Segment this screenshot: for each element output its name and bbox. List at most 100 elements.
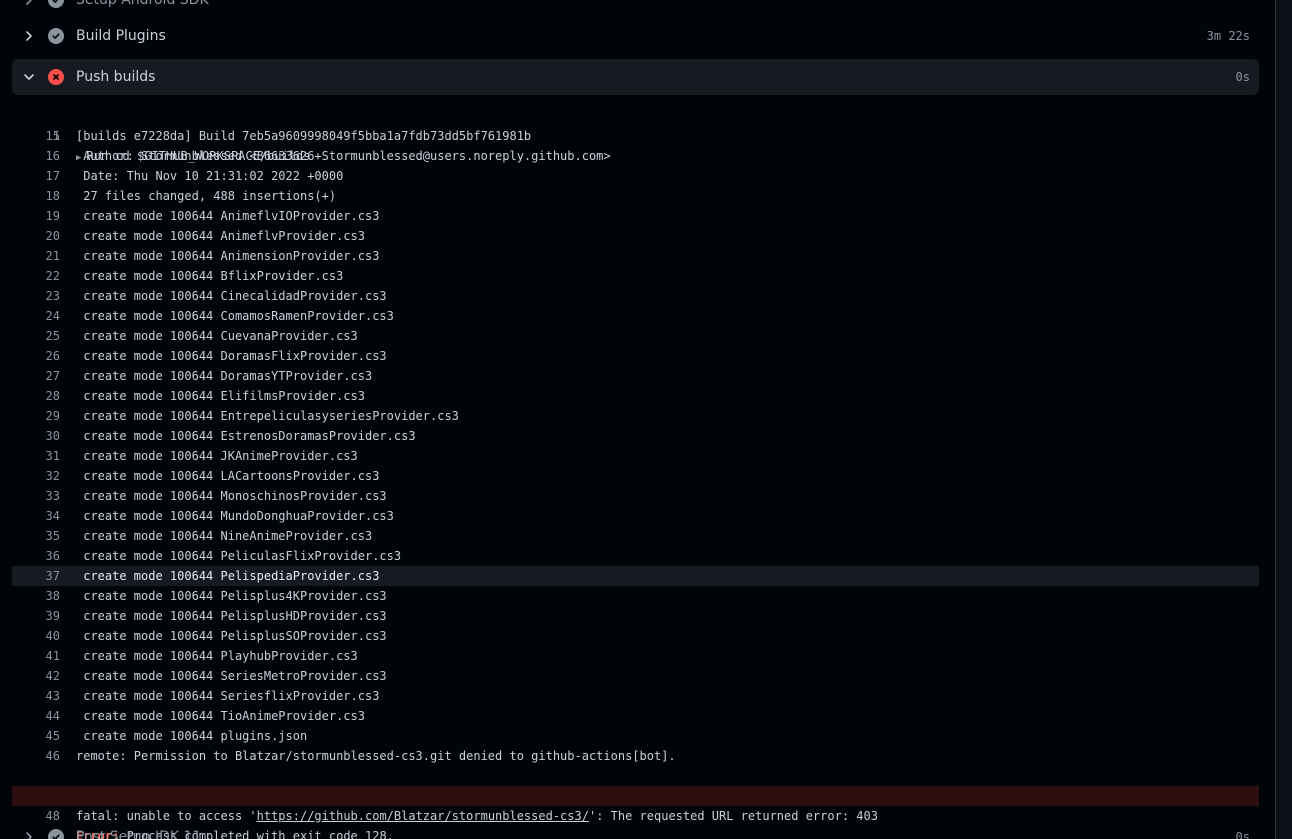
step-build-plugins[interactable]: Build Plugins 3m 22s <box>12 18 1259 54</box>
line-number[interactable]: 26 <box>12 346 60 366</box>
line-number[interactable]: 17 <box>12 166 60 186</box>
line-number[interactable]: 15 <box>12 126 60 146</box>
log-line: 28 create mode 100644 ElifilmsProvider.c… <box>12 386 1259 406</box>
log-line: 37 create mode 100644 PelispediaProvider… <box>12 566 1259 586</box>
line-number[interactable]: 34 <box>12 506 60 526</box>
log-text: Date: Thu Nov 10 21:31:02 2022 +0000 <box>76 169 344 183</box>
chevron-right-icon <box>23 0 35 6</box>
line-number[interactable]: 38 <box>12 586 60 606</box>
log-text: create mode 100644 PelispediaProvider.cs… <box>76 569 380 583</box>
log-text: create mode 100644 plugins.json <box>76 729 308 743</box>
log-text: create mode 100644 SeriesMetroProvider.c… <box>76 669 387 683</box>
chevron-right-icon <box>23 30 35 42</box>
step-name: Setup Android SDK <box>76 0 209 8</box>
log-line: 25 create mode 100644 CuevanaProvider.cs… <box>12 326 1259 346</box>
log-line: 32 create mode 100644 LACartoonsProvider… <box>12 466 1259 486</box>
log-line: 15 [builds e7228da] Build 7eb5a9609998049… <box>12 126 1259 146</box>
log-text: create mode 100644 LACartoonsProvider.cs… <box>76 469 380 483</box>
line-number[interactable]: 33 <box>12 486 60 506</box>
log-line: 22 create mode 100644 BflixProvider.cs3 <box>12 266 1259 286</box>
line-number[interactable]: 32 <box>12 466 60 486</box>
line-number[interactable]: 20 <box>12 226 60 246</box>
x-circle-icon <box>48 69 64 85</box>
line-number[interactable]: 39 <box>12 606 60 626</box>
line-number[interactable]: 19 <box>12 206 60 226</box>
log-text: create mode 100644 AnimeflvProvider.cs3 <box>76 229 365 243</box>
log-line: 41 create mode 100644 PlayhubProvider.cs… <box>12 646 1259 666</box>
step-duration: 0s <box>1235 70 1250 84</box>
step-name: Post Setup JDK 11 <box>76 829 202 839</box>
step-post-setup-jdk-11[interactable]: Post Setup JDK 11 0s <box>12 819 1259 839</box>
log-text: create mode 100644 NineAnimeProvider.cs3 <box>76 529 373 543</box>
log-line: 18 27 files changed, 488 insertions(+) <box>12 186 1259 206</box>
line-number[interactable]: 37 <box>12 566 60 586</box>
log-text: create mode 100644 PeliculasFlixProvider… <box>76 549 402 563</box>
log-text: [builds e7228da] Build 7eb5a9609998049f5… <box>76 129 532 143</box>
log-line: 31 create mode 100644 JKAnimeProvider.cs… <box>12 446 1259 466</box>
log-line: 17 Date: Thu Nov 10 21:31:02 2022 +0000 <box>12 166 1259 186</box>
line-number[interactable]: 36 <box>12 546 60 566</box>
step-duration: 3m 22s <box>1206 29 1250 43</box>
log-line: 45 create mode 100644 plugins.json <box>12 726 1259 746</box>
log-text: create mode 100644 ElifilmsProvider.cs3 <box>76 389 365 403</box>
log-line: 33 create mode 100644 MonoschinosProvide… <box>12 486 1259 506</box>
line-number[interactable]: 42 <box>12 666 60 686</box>
check-circle-icon <box>48 829 64 839</box>
line-number[interactable]: 30 <box>12 426 60 446</box>
line-number[interactable]: 24 <box>12 306 60 326</box>
log-output: 1 ▶ Run cd $GITHUB_WORKSPACE/builds 15 [bu… <box>12 106 1259 839</box>
log-line: 42 create mode 100644 SeriesMetroProvide… <box>12 666 1259 686</box>
line-number[interactable]: 40 <box>12 626 60 646</box>
log-text: remote: Permission to Blatzar/stormunble… <box>76 749 676 763</box>
log-text: create mode 100644 CinecalidadProvider.c… <box>76 289 387 303</box>
chevron-right-icon <box>23 831 35 839</box>
line-number[interactable]: 25 <box>12 326 60 346</box>
line-number[interactable]: 44 <box>12 706 60 726</box>
line-number[interactable]: 45 <box>12 726 60 746</box>
workflow-log-panel: Setup Android SDK Build Plugins 3m 22s P… <box>0 0 1275 839</box>
line-number[interactable]: 29 <box>12 406 60 426</box>
log-text: create mode 100644 MonoschinosProvider.c… <box>76 489 387 503</box>
log-text: create mode 100644 DoramasYTProvider.cs3 <box>76 369 373 383</box>
line-number[interactable]: 28 <box>12 386 60 406</box>
log-line: 39 create mode 100644 PelisplusHDProvide… <box>12 606 1259 626</box>
line-number[interactable]: 41 <box>12 646 60 666</box>
line-number[interactable]: 16 <box>12 146 60 166</box>
log-line-error: 48 Error: Process completed with exit co… <box>12 786 1259 839</box>
log-line: 27 create mode 100644 DoramasYTProvider.… <box>12 366 1259 386</box>
log-line: 23 create mode 100644 CinecalidadProvide… <box>12 286 1259 306</box>
log-text: create mode 100644 Entrepeliculasyseries… <box>76 409 459 423</box>
scrollbar-track[interactable] <box>1276 0 1292 839</box>
line-number[interactable]: 35 <box>12 526 60 546</box>
log-text: create mode 100644 Pelisplus4KProvider.c… <box>76 589 387 603</box>
log-text: create mode 100644 ComamosRamenProvider.… <box>76 309 394 323</box>
step-setup-android-sdk[interactable]: Setup Android SDK <box>12 0 1259 18</box>
check-circle-icon <box>48 28 64 44</box>
log-line: 21 create mode 100644 AnimensionProvider… <box>12 246 1259 266</box>
log-line: 24 create mode 100644 ComamosRamenProvid… <box>12 306 1259 326</box>
log-line: 38 create mode 100644 Pelisplus4KProvide… <box>12 586 1259 606</box>
check-circle-icon <box>48 0 64 8</box>
log-line: 20 create mode 100644 AnimeflvProvider.c… <box>12 226 1259 246</box>
log-text: create mode 100644 AnimeflvIOProvider.cs… <box>76 209 380 223</box>
step-name: Push builds <box>76 69 156 85</box>
line-number[interactable]: 18 <box>12 186 60 206</box>
log-text: create mode 100644 AnimensionProvider.cs… <box>76 249 380 263</box>
line-number[interactable]: 46 <box>12 746 60 766</box>
log-text: Author: Stormunblessed <86633626+Stormun… <box>76 149 611 163</box>
log-line: 26 create mode 100644 DoramasFlixProvide… <box>12 346 1259 366</box>
log-text: create mode 100644 MundoDonghuaProvider.… <box>76 509 394 523</box>
line-number[interactable]: 31 <box>12 446 60 466</box>
line-number[interactable]: 43 <box>12 686 60 706</box>
log-text: create mode 100644 BflixProvider.cs3 <box>76 269 344 283</box>
log-line: 19 create mode 100644 AnimeflvIOProvider… <box>12 206 1259 226</box>
line-number[interactable]: 22 <box>12 266 60 286</box>
log-line-run[interactable]: 1 ▶ Run cd $GITHUB_WORKSPACE/builds <box>12 106 1259 163</box>
step-duration: 0s <box>1235 830 1250 839</box>
line-number[interactable]: 21 <box>12 246 60 266</box>
step-push-builds[interactable]: Push builds 0s <box>12 59 1259 95</box>
line-number[interactable]: 23 <box>12 286 60 306</box>
log-line: 40 create mode 100644 PelisplusSOProvide… <box>12 626 1259 646</box>
line-number[interactable]: 27 <box>12 366 60 386</box>
log-text: create mode 100644 PelisplusHDProvider.c… <box>76 609 387 623</box>
